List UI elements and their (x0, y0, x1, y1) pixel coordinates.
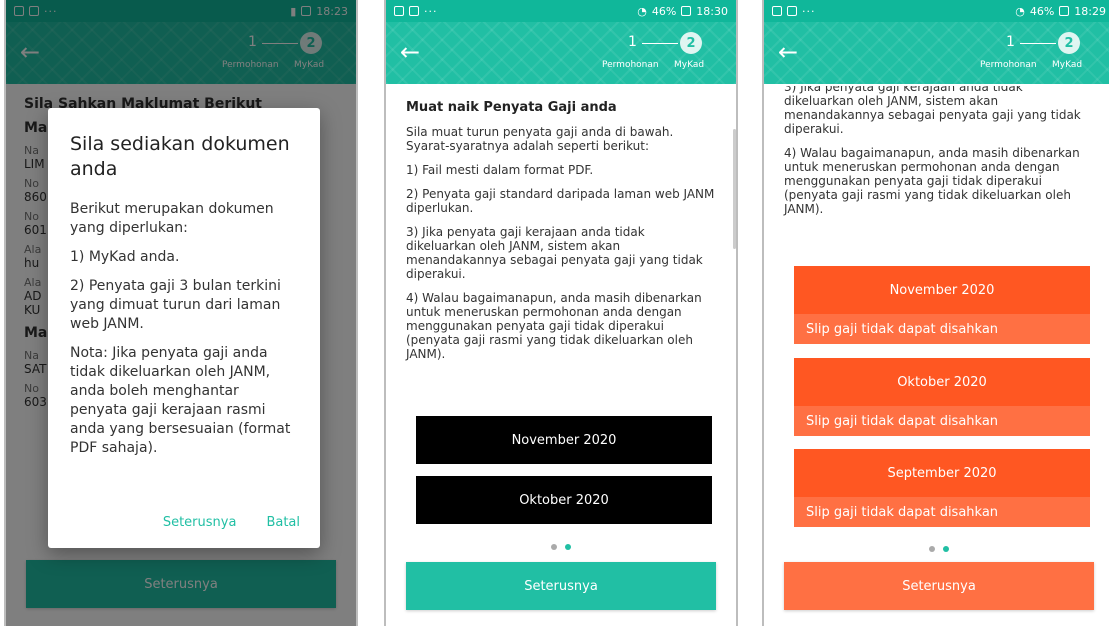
phone-screen-2: ··· ◔ 46% 18:30 ← 1 2 Permohonan MyKad Mua… (384, 0, 738, 626)
app-bar: ← 1 2 Permohonan MyKad (386, 22, 736, 84)
payslip-status: Slip gaji tidak dapat disahkan (794, 497, 1090, 527)
arrow-left-icon[interactable]: ← (400, 40, 420, 64)
instruction-paragraph: 3) Jika penyata gaji kerajaan anda tidak… (406, 225, 703, 281)
verification-content: 3) Jika penyata gaji kerajaan anda tidak… (764, 84, 1109, 626)
documents-dialog: Sila sediakan dokumen anda Berikut merup… (48, 108, 320, 548)
instruction-paragraph: 4) Walau bagaimanapun, anda masih dibena… (784, 146, 1080, 216)
stepper: 1 2 Permohonan MyKad (602, 30, 728, 76)
next-button[interactable]: Seterusnya (406, 562, 716, 610)
month-upload-button[interactable]: Oktober 2020 (416, 476, 712, 524)
step-2-label: MyKad (674, 60, 705, 70)
stepper: 1 2 Permohonan MyKad (980, 30, 1106, 76)
dialog-cancel-button[interactable]: Batal (266, 515, 300, 530)
messenger-icon (787, 6, 797, 16)
payslip-card[interactable]: November 2020 Slip gaji tidak dapat disa… (794, 266, 1090, 344)
status-bar: ··· ◔ 46% 18:29 (764, 0, 1109, 22)
payslip-month: Oktober 2020 (794, 358, 1090, 406)
wifi-icon: ◔ (637, 4, 647, 18)
payslip-month: November 2020 (794, 266, 1090, 314)
step-connector (1020, 43, 1056, 44)
step-1-number: 1 (628, 34, 637, 50)
dialog-next-button[interactable]: Seterusnya (163, 515, 237, 530)
payslip-card[interactable]: September 2020 Slip gaji tidak dapat dis… (794, 449, 1090, 527)
battery-icon (1059, 6, 1070, 16)
dialog-intro: Berikut merupakan dokumen yang diperluka… (70, 201, 274, 236)
step-1-label: Permohonan (980, 60, 1037, 70)
instructions: 3) Jika penyata gaji kerajaan anda tidak… (764, 84, 1109, 626)
payslip-month: September 2020 (794, 449, 1090, 497)
instagram-icon (394, 6, 404, 16)
page-dot-active (565, 544, 571, 550)
battery-icon (681, 6, 692, 16)
page-title: Muat naik Penyata Gaji anda (406, 100, 617, 115)
wifi-icon: ◔ (1015, 4, 1025, 18)
scrollbar[interactable] (733, 129, 736, 249)
dialog-title: Sila sediakan dokumen anda (70, 133, 290, 180)
page-indicator (386, 544, 736, 550)
page-indicator (764, 546, 1109, 552)
status-time: 18:29 (1074, 4, 1106, 18)
dialog-item-1: 1) MyKad anda. (70, 249, 180, 265)
arrow-left-icon[interactable]: ← (778, 40, 798, 64)
status-time: 18:30 (696, 4, 728, 18)
instruction-paragraph: 4) Walau bagaimanapun, anda masih dibena… (406, 291, 702, 361)
next-button[interactable]: Seterusnya (784, 562, 1094, 610)
step-2-circle: 2 (1058, 32, 1080, 54)
step-connector (642, 43, 678, 44)
step-1-label: Permohonan (602, 60, 659, 70)
step-2-label: MyKad (1052, 60, 1083, 70)
battery-percent: 46% (1029, 4, 1055, 18)
instruction-paragraph: 1) Fail mesti dalam format PDF. (406, 163, 594, 177)
instruction-paragraph: Sila muat turun penyata gaji anda di baw… (406, 125, 674, 153)
phone-screen-1: ··· ▮18:23 ← 1 2 Permohonan MyKad Sila S… (4, 0, 358, 626)
instruction-paragraph: dikeluarkan oleh JANM, sistem akan menan… (784, 94, 1081, 136)
step-1-number: 1 (1006, 34, 1015, 50)
phone-screen-3: ··· ◔ 46% 18:29 ← 1 2 Permohonan MyKad 3) … (762, 0, 1109, 626)
status-bar: ··· ◔ 46% 18:30 (386, 0, 736, 22)
step-2-circle: 2 (680, 32, 702, 54)
month-upload-button[interactable]: November 2020 (416, 416, 712, 464)
notification-icon (772, 6, 782, 16)
payslip-card[interactable]: Oktober 2020 Slip gaji tidak dapat disah… (794, 358, 1090, 436)
payslip-status: Slip gaji tidak dapat disahkan (794, 314, 1090, 344)
upload-content: Muat naik Penyata Gaji anda Sila muat tu… (386, 84, 736, 626)
messenger-icon (409, 6, 419, 16)
dialog-item-2: 2) Penyata gaji 3 bulan terkini yang dim… (70, 278, 281, 332)
instruction-paragraph: 2) Penyata gaji standard daripada laman … (406, 187, 715, 215)
payslip-status: Slip gaji tidak dapat disahkan (794, 406, 1090, 436)
page-dot (551, 544, 557, 550)
page-dot (929, 546, 935, 552)
app-bar: ← 1 2 Permohonan MyKad (764, 22, 1109, 84)
dialog-note: Nota: Jika penyata gaji anda tidak dikel… (70, 345, 291, 456)
battery-percent: 46% (651, 4, 677, 18)
page-dot-active (943, 546, 949, 552)
dialog-actions: Seterusnya Batal (163, 515, 300, 530)
